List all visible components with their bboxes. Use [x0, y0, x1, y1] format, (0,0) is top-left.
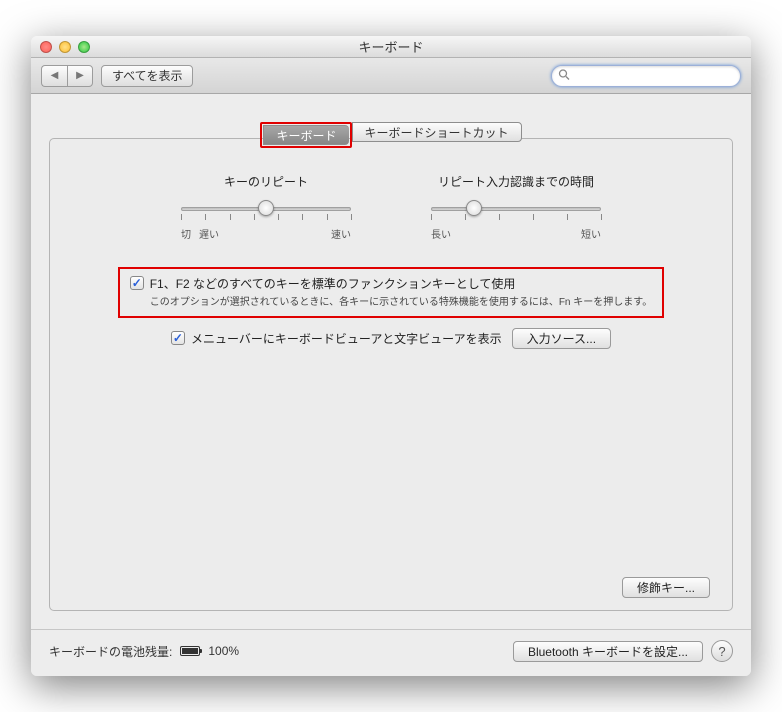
zoom-icon[interactable]	[78, 41, 90, 53]
tick-label: 短い	[581, 226, 601, 241]
battery-value: 100%	[208, 644, 239, 658]
close-icon[interactable]	[40, 41, 52, 53]
modifier-keys-button[interactable]: 修飾キー...	[622, 577, 710, 598]
tick-label: 長い	[431, 226, 451, 241]
forward-button[interactable]: ▶	[67, 65, 93, 87]
traffic-lights	[40, 41, 90, 53]
tabs: キーボード キーボードショートカット	[49, 112, 733, 138]
repeat-delay-slider[interactable]	[431, 202, 601, 220]
modifier-row: 修飾キー...	[72, 577, 710, 598]
input-sources-button[interactable]: 入力ソース...	[512, 328, 611, 349]
search-wrap	[551, 65, 741, 87]
titlebar: キーボード	[31, 36, 751, 58]
tick-label: 速い	[331, 226, 351, 241]
search-input[interactable]	[551, 65, 741, 87]
help-icon: ?	[718, 644, 725, 659]
fn-keys-label: F1、F2 などのすべてのキーを標準のファンクションキーとして使用	[150, 275, 516, 292]
chevron-left-icon: ◀	[51, 70, 59, 81]
preferences-window: キーボード ◀ ▶ すべてを表示 キーボード キーボードショートカット	[31, 36, 751, 676]
repeat-delay-group: リピート入力認識までの時間 長い 短い	[431, 173, 601, 241]
slider-knob[interactable]	[466, 200, 482, 216]
tick-label: 切	[181, 226, 191, 241]
tab-shortcuts[interactable]: キーボードショートカット	[352, 122, 522, 142]
battery-label: キーボードの電池残量:	[49, 643, 172, 660]
nav-buttons: ◀ ▶	[41, 65, 93, 87]
fn-keys-description: このオプションが選択されているときに、各キーに示されている特殊機能を使用するには…	[150, 296, 653, 310]
back-button[interactable]: ◀	[41, 65, 67, 87]
toolbar: ◀ ▶ すべてを表示	[31, 58, 751, 94]
footer: キーボードの電池残量: 100% Bluetooth キーボードを設定... ?	[31, 629, 751, 676]
bluetooth-setup-button[interactable]: Bluetooth キーボードを設定...	[513, 641, 703, 662]
viewer-label: メニューバーにキーボードビューアと文字ビューアを表示	[191, 330, 502, 347]
search-icon	[558, 68, 570, 83]
fn-keys-option: F1、F2 などのすべてのキーを標準のファンクションキーとして使用	[130, 275, 653, 292]
minimize-icon[interactable]	[59, 41, 71, 53]
key-repeat-group: キーのリピート 切 遅い	[181, 173, 351, 241]
viewer-option-row: メニューバーにキーボードビューアと文字ビューアを表示 入力ソース...	[171, 328, 611, 349]
key-repeat-slider[interactable]	[181, 202, 351, 220]
tab-keyboard[interactable]: キーボード	[263, 125, 348, 145]
show-all-button[interactable]: すべてを表示	[101, 65, 193, 87]
highlight-box-option: F1、F2 などのすべてのキーを標準のファンクションキーとして使用 このオプショ…	[118, 267, 665, 318]
slider-knob[interactable]	[258, 200, 274, 216]
key-repeat-label: キーのリピート	[224, 173, 308, 190]
tick-label: 遅い	[199, 226, 219, 241]
repeat-delay-label: リピート入力認識までの時間	[438, 173, 594, 190]
viewer-checkbox[interactable]	[171, 331, 185, 345]
help-button[interactable]: ?	[711, 640, 733, 662]
chevron-right-icon: ▶	[76, 70, 84, 81]
viewer-option: メニューバーにキーボードビューアと文字ビューアを表示	[171, 330, 502, 347]
fn-keys-checkbox[interactable]	[130, 276, 144, 290]
battery-icon	[180, 646, 200, 656]
window-title: キーボード	[31, 37, 751, 56]
highlight-box-tab: キーボード	[260, 122, 351, 148]
panel: キーのリピート 切 遅い	[49, 138, 733, 611]
content-area: キーボード キーボードショートカット キーのリピート	[31, 94, 751, 629]
sliders-row: キーのリピート 切 遅い	[72, 173, 710, 241]
